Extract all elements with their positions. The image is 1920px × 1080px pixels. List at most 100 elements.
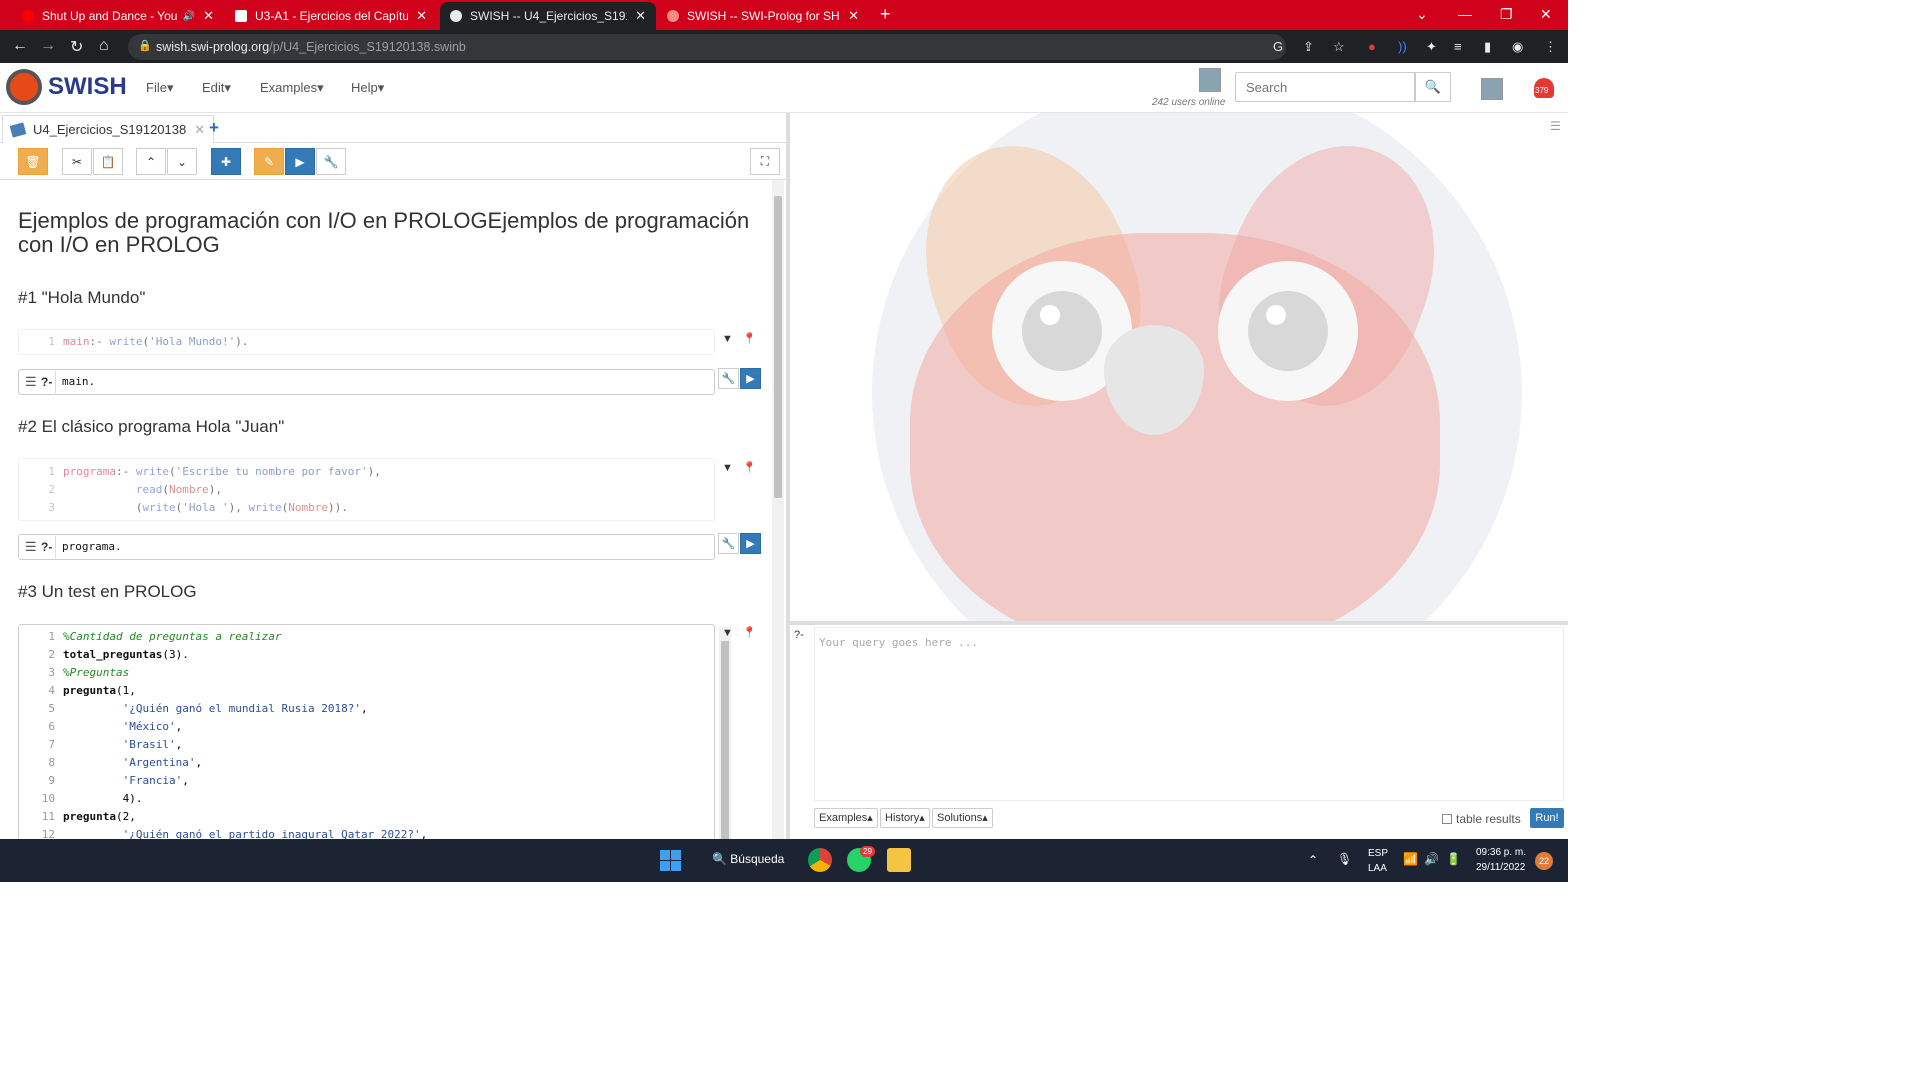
search-button[interactable]: 🔍 bbox=[1415, 72, 1451, 102]
extension-red-icon[interactable]: ● bbox=[1368, 39, 1376, 54]
lock-icon[interactable]: 🔒 bbox=[138, 39, 152, 52]
notification-center-badge[interactable]: 22 bbox=[1535, 852, 1553, 870]
wrench-icon[interactable]: 🔧 bbox=[718, 533, 739, 554]
chrome-icon[interactable] bbox=[808, 848, 832, 872]
volume-icon[interactable]: 🔊 bbox=[1424, 852, 1439, 866]
move-down-button[interactable]: ⌄ bbox=[167, 148, 197, 175]
chevron-down-icon[interactable]: ▼ bbox=[722, 333, 733, 345]
star-icon[interactable]: ☆ bbox=[1333, 39, 1345, 55]
swish-logo-icon[interactable] bbox=[6, 69, 42, 105]
program-cell-2[interactable]: 1 programa:- write('Escribe tu nombre por… bbox=[18, 458, 715, 521]
cell-scrollbar[interactable] bbox=[719, 627, 731, 839]
google-icon[interactable]: G bbox=[1273, 39, 1283, 54]
tab-notebook-file[interactable]: U4_Ejercicios_S19120138 ✕ bbox=[2, 115, 215, 143]
close-icon[interactable]: ✕ bbox=[635, 8, 646, 24]
paste-cell-button[interactable]: 📋 bbox=[93, 148, 123, 175]
examples-dropdown[interactable]: Examples▴ bbox=[814, 808, 878, 828]
close-tab-icon[interactable]: ✕ bbox=[194, 122, 205, 138]
clock-time[interactable]: 09:36 p. m. bbox=[1476, 847, 1526, 858]
notebook-scrollbar[interactable] bbox=[772, 180, 784, 839]
address-bar[interactable]: 🔒 swish.swi-prolog.org/p/U4_Ejercicios_S… bbox=[128, 34, 1286, 60]
menu-icon[interactable]: ☰ bbox=[25, 374, 37, 390]
query-cell-1[interactable]: ☰ ?- main. bbox=[18, 369, 715, 395]
browser-tab-swish-notebook[interactable]: SWISH -- U4_Ejercicios_S1912013 ✕ bbox=[440, 2, 656, 30]
run-cell-button[interactable]: ▶ bbox=[285, 148, 315, 175]
copy-cell-button[interactable]: ✂ bbox=[62, 148, 92, 175]
menu-help[interactable]: Help▾ bbox=[351, 80, 384, 96]
minimize-button[interactable]: — bbox=[1458, 6, 1472, 22]
browser-tab-u3-a1[interactable]: U3-A1 - Ejercicios del Capítulo 1 ✕ bbox=[225, 2, 437, 30]
swish-brand[interactable]: SWISH bbox=[48, 73, 127, 101]
notebook-scrollbar-thumb[interactable] bbox=[774, 196, 782, 498]
taskbar-search[interactable]: 🔍 Búsqueda bbox=[712, 852, 784, 866]
notebook-icon bbox=[9, 121, 27, 138]
edit-cell-button[interactable]: ✎ bbox=[254, 148, 284, 175]
menu-file[interactable]: File▾ bbox=[146, 80, 173, 96]
tab-search-icon[interactable]: ⌄ bbox=[1416, 6, 1428, 23]
language-code[interactable]: ESP bbox=[1368, 848, 1388, 859]
wrench-icon[interactable]: 🔧 bbox=[718, 368, 739, 389]
solutions-dropdown[interactable]: Solutions▴ bbox=[932, 808, 993, 828]
close-icon[interactable]: ✕ bbox=[416, 8, 427, 24]
close-icon[interactable]: ✕ bbox=[848, 8, 859, 24]
delete-cell-button[interactable]: 🗑 bbox=[18, 148, 48, 175]
extension-audio-icon[interactable]: )) bbox=[1398, 39, 1407, 54]
battery-icon[interactable]: 🔋 bbox=[1446, 852, 1461, 866]
query-input[interactable]: Your query goes here ... bbox=[814, 627, 1564, 801]
run-query-button[interactable]: ▶ bbox=[740, 368, 761, 389]
puzzle-icon[interactable]: ✦ bbox=[1426, 39, 1437, 55]
table-results-checkbox[interactable] bbox=[1442, 814, 1452, 824]
online-user-avatar[interactable] bbox=[1199, 68, 1221, 92]
wifi-icon[interactable]: 📶 bbox=[1403, 852, 1418, 866]
profile-icon[interactable]: ◉ bbox=[1512, 39, 1523, 55]
home-icon[interactable]: ⌂ bbox=[99, 37, 109, 55]
user-avatar-dropdown[interactable] bbox=[1481, 78, 1503, 100]
cell-1-controls: ▼ 📍 bbox=[722, 332, 757, 345]
menu-icon[interactable]: ☰ bbox=[25, 539, 37, 555]
program-cell-3[interactable]: 1 %Cantidad de preguntas a realizar 2 tota… bbox=[18, 624, 731, 839]
keyboard-layout[interactable]: LAA bbox=[1368, 863, 1387, 874]
microphone-icon[interactable]: 🎙 bbox=[1337, 852, 1352, 866]
more-icon[interactable]: ⋮ bbox=[1544, 39, 1557, 55]
pin-icon[interactable]: 📍 bbox=[743, 462, 757, 474]
window-close-button[interactable]: ✕ bbox=[1540, 6, 1552, 23]
chevron-down-icon[interactable]: ▼ bbox=[722, 627, 733, 639]
insert-cell-button[interactable]: ✚ bbox=[211, 148, 241, 175]
back-icon[interactable]: ← bbox=[12, 37, 28, 55]
table-results-toggle[interactable]: table results bbox=[1442, 812, 1521, 826]
search-input[interactable] bbox=[1235, 72, 1415, 102]
run-query-button[interactable]: ▶ bbox=[740, 533, 761, 554]
maximize-button[interactable]: ❐ bbox=[1500, 6, 1513, 23]
hamburger-icon[interactable]: ☰ bbox=[1550, 119, 1561, 133]
add-tab-button[interactable]: + bbox=[209, 118, 219, 138]
fullscreen-button[interactable]: ⛶ bbox=[750, 148, 780, 175]
windows-start-icon[interactable] bbox=[660, 850, 681, 871]
cell-scrollbar-thumb[interactable] bbox=[721, 641, 729, 839]
media-icon[interactable]: ≡ bbox=[1454, 39, 1462, 54]
browser-tab-strip: Shut Up and Dance - YouTub 🔊 ✕ U3-A1 - E… bbox=[0, 0, 1568, 30]
settings-wrench-button[interactable]: 🔧 bbox=[316, 148, 346, 175]
pin-icon[interactable]: 📍 bbox=[743, 333, 757, 345]
move-up-button[interactable]: ⌃ bbox=[136, 148, 166, 175]
forward-icon[interactable]: → bbox=[40, 37, 56, 55]
sidepanel-icon[interactable]: ▮ bbox=[1484, 39, 1491, 55]
notebook-toolbar: 🗑 ✂ 📋 ⌃ ⌄ ✚ ✎ ▶ 🔧 ⛶ bbox=[0, 143, 786, 180]
speaker-icon[interactable]: 🔊 bbox=[183, 11, 195, 22]
menu-examples[interactable]: Examples▾ bbox=[260, 80, 324, 96]
chevron-down-icon[interactable]: ▼ bbox=[722, 462, 733, 474]
browser-tab-youtube[interactable]: Shut Up and Dance - YouTub 🔊 ✕ bbox=[12, 2, 224, 30]
query-cell-2[interactable]: ☰ ?- programa. bbox=[18, 534, 715, 560]
share-icon[interactable]: ⇪ bbox=[1303, 39, 1314, 55]
program-cell-1[interactable]: 1 main:- write('Hola Mundo!'). bbox=[18, 329, 715, 355]
close-icon[interactable]: ✕ bbox=[203, 8, 214, 24]
reload-icon[interactable]: ↻ bbox=[70, 37, 83, 57]
history-dropdown[interactable]: History▴ bbox=[880, 808, 930, 828]
chevron-up-icon[interactable]: ⌃ bbox=[1308, 853, 1318, 867]
menu-edit[interactable]: Edit▾ bbox=[202, 80, 231, 96]
browser-tab-swish-home[interactable]: SWISH -- SWI-Prolog for SHaring ✕ bbox=[657, 2, 869, 30]
pin-icon[interactable]: 📍 bbox=[743, 627, 757, 639]
new-tab-button[interactable]: + bbox=[880, 4, 891, 25]
clock-date[interactable]: 29/11/2022 bbox=[1476, 862, 1525, 873]
run-button[interactable]: Run! bbox=[1530, 808, 1564, 828]
file-explorer-icon[interactable] bbox=[887, 848, 911, 872]
